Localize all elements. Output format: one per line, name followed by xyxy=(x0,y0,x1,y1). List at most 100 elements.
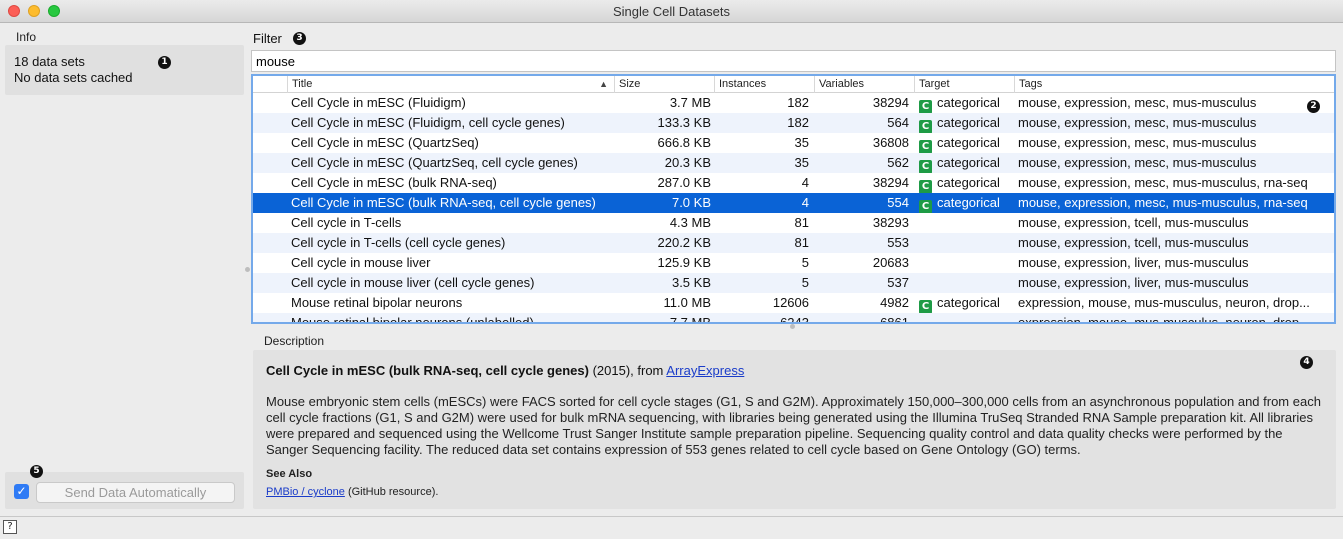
cell-variables: 4982 xyxy=(880,295,909,310)
datasets-table: Title ▲ Size Instances Variables Target … xyxy=(251,74,1336,324)
cell-instances: 6243 xyxy=(780,315,809,324)
cell-size: 133.3 KB xyxy=(657,115,712,130)
table-row[interactable]: Cell Cycle in mESC (QuartzSeq, cell cycl… xyxy=(253,153,1334,173)
table-row[interactable]: Cell cycle in T-cells 4.3 MB 81 38293 mouse,… xyxy=(253,213,1334,233)
cell-variables: 20683 xyxy=(872,255,909,270)
description-year: (2015), from xyxy=(592,363,664,378)
resource-line: PMBio / cyclone (GitHub resource). xyxy=(266,486,1323,498)
horizontal-splitter-handle[interactable] xyxy=(790,324,795,329)
cell-size: 3.7 MB xyxy=(669,95,711,110)
cell-instances: 182 xyxy=(787,115,809,130)
table-row[interactable]: Cell cycle in mouse liver 125.9 KB 5 20683 m… xyxy=(253,253,1334,273)
cell-tags: mouse, expression, liver, mus-musculus xyxy=(1018,255,1249,270)
table-header: Title ▲ Size Instances Variables Target … xyxy=(253,76,1334,93)
cell-tags: mouse, expression, mesc, mus-musculus, r… xyxy=(1018,175,1308,190)
table-row[interactable]: Cell Cycle in mESC (QuartzSeq) 666.8 KB 35… xyxy=(253,133,1334,153)
filter-input[interactable] xyxy=(251,50,1336,72)
cell-instances: 4 xyxy=(801,195,809,210)
cell-size: 7.7 MB xyxy=(669,315,711,324)
help-icon[interactable]: ? xyxy=(3,520,17,534)
cell-title: Cell Cycle in mESC (bulk RNA-seq, cell c… xyxy=(291,195,596,210)
cell-tags: mouse, expression, mesc, mus-musculus xyxy=(1018,95,1257,110)
see-also-heading: See Also xyxy=(266,468,313,480)
target-label: categorical xyxy=(937,175,1000,190)
description-heading: Cell Cycle in mESC (bulk RNA-seq, cell c… xyxy=(266,362,1323,380)
cell-instances: 12606 xyxy=(772,295,809,310)
checkmark-icon: ✓ xyxy=(16,484,27,498)
cell-title: Cell cycle in T-cells (cell cycle genes) xyxy=(291,235,506,250)
cell-size: 3.5 KB xyxy=(671,275,711,290)
target-label: categorical xyxy=(937,95,1000,110)
callout-badge-5: 5 xyxy=(30,465,43,478)
cell-target: Ccategorical xyxy=(919,293,1015,313)
cell-title: Cell cycle in mouse liver xyxy=(291,255,431,270)
cell-title: Mouse retinal bipolar neurons xyxy=(291,295,463,310)
cell-instances: 5 xyxy=(801,275,809,290)
header-variables[interactable]: Variables xyxy=(815,76,915,93)
table-row[interactable]: Cell Cycle in mESC (bulk RNA-seq, cell c… xyxy=(253,193,1334,213)
filter-label: Filter xyxy=(253,31,282,46)
cell-title: Cell Cycle in mESC (QuartzSeq, cell cycl… xyxy=(291,155,578,170)
table-row[interactable]: Mouse retinal bipolar neurons 11.0 MB 1260… xyxy=(253,293,1334,313)
header-target[interactable]: Target xyxy=(915,76,1015,93)
maximize-window-button[interactable] xyxy=(48,5,60,17)
cell-target: Ccategorical xyxy=(919,173,1015,193)
categorical-icon: C xyxy=(919,200,932,213)
callout-badge-1: 1 xyxy=(158,56,171,69)
sort-ascending-icon: ▲ xyxy=(599,79,608,89)
table-row[interactable]: Cell cycle in mouse liver (cell cycle ge… xyxy=(253,273,1334,293)
categorical-icon: C xyxy=(919,140,932,153)
send-data-button[interactable]: Send Data Automatically xyxy=(36,482,235,503)
cell-target xyxy=(919,253,1015,273)
cell-target xyxy=(919,273,1015,293)
header-instances[interactable]: Instances xyxy=(715,76,815,93)
cell-variables: 537 xyxy=(887,275,909,290)
header-size[interactable]: Size xyxy=(615,76,715,93)
cell-target xyxy=(919,233,1015,253)
table-row[interactable]: Cell Cycle in mESC (Fluidigm) 3.7 MB 182 38… xyxy=(253,93,1334,113)
arrayexpress-link[interactable]: ArrayExpress xyxy=(666,363,744,378)
table-row[interactable]: Cell Cycle in mESC (bulk RNA-seq) 287.0 K… xyxy=(253,173,1334,193)
categorical-icon: C xyxy=(919,120,932,133)
table-row[interactable]: Cell cycle in T-cells (cell cycle genes)… xyxy=(253,233,1334,253)
cyclone-link[interactable]: PMBio / cyclone xyxy=(266,486,345,498)
target-label: categorical xyxy=(937,155,1000,170)
categorical-icon: C xyxy=(919,160,932,173)
cell-size: 287.0 KB xyxy=(657,175,712,190)
minimize-window-button[interactable] xyxy=(28,5,40,17)
cell-title: Cell Cycle in mESC (bulk RNA-seq) xyxy=(291,175,497,190)
cell-tags: mouse, expression, mesc, mus-musculus xyxy=(1018,115,1257,130)
target-label: categorical xyxy=(937,135,1000,150)
cell-size: 7.0 KB xyxy=(671,195,711,210)
cell-instances: 182 xyxy=(787,95,809,110)
header-tags[interactable]: Tags xyxy=(1015,76,1334,93)
description-caption: Description xyxy=(264,334,325,348)
callout-badge-2: 2 xyxy=(1307,100,1320,113)
vertical-splitter-handle[interactable] xyxy=(245,267,250,272)
cell-size: 125.9 KB xyxy=(657,255,712,270)
table-row[interactable]: Cell Cycle in mESC (Fluidigm, cell cycle… xyxy=(253,113,1334,133)
cell-size: 220.2 KB xyxy=(657,235,712,250)
close-window-button[interactable] xyxy=(8,5,20,17)
window-titlebar: Single Cell Datasets xyxy=(0,0,1343,23)
cache-status: No data sets cached xyxy=(14,70,133,85)
categorical-icon: C xyxy=(919,100,932,113)
header-title[interactable]: Title ▲ xyxy=(288,76,615,93)
cell-title: Cell cycle in mouse liver (cell cycle ge… xyxy=(291,275,535,290)
cell-title: Mouse retinal bipolar neurons (unlabelle… xyxy=(291,315,534,324)
info-caption: Info xyxy=(16,30,37,44)
cell-target xyxy=(919,213,1015,233)
cell-size: 4.3 MB xyxy=(669,215,711,230)
cell-variables: 562 xyxy=(887,155,909,170)
cell-size: 666.8 KB xyxy=(657,135,712,150)
cell-instances: 81 xyxy=(794,235,809,250)
cell-variables: 6861 xyxy=(880,315,909,324)
cell-tags: mouse, expression, tcell, mus-musculus xyxy=(1018,215,1249,230)
table-row[interactable]: Mouse retinal bipolar neurons (unlabelle… xyxy=(253,313,1334,324)
auto-send-checkbox[interactable]: ✓ xyxy=(14,484,29,499)
cell-instances: 35 xyxy=(794,135,809,150)
description-panel: Cell Cycle in mESC (bulk RNA-seq, cell c… xyxy=(253,350,1336,509)
status-bar: ? xyxy=(0,516,1343,539)
table-body: Cell Cycle in mESC (Fluidigm) 3.7 MB 182 38… xyxy=(253,93,1334,324)
cell-target: Ccategorical xyxy=(919,193,1015,213)
